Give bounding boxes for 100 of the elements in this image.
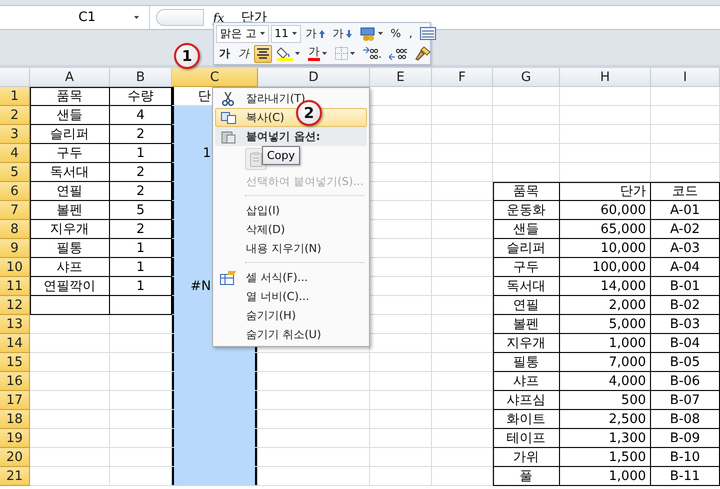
menu-item[interactable]: 내용 지우기(N) (215, 239, 367, 258)
menu-heading: 붙여넣기 옵션: (245, 130, 320, 143)
table-cell: 가위 (493, 448, 560, 467)
grow-button[interactable]: 가 (302, 24, 328, 42)
font-color-button[interactable]: 가 (305, 44, 330, 62)
table-cell: 1,000 (560, 467, 651, 486)
table-cell: 슬리퍼 (30, 125, 110, 144)
row-header[interactable]: 21 (0, 467, 30, 486)
money-icon (360, 26, 376, 40)
caret-icon (295, 52, 300, 55)
table-cell: 구두 (30, 144, 110, 163)
table-cell: B-08 (651, 410, 720, 429)
table-cell: 연필 (30, 182, 110, 201)
font-name-field[interactable]: 맑은 고 (216, 24, 268, 42)
table-cell: 품목 (30, 87, 110, 106)
format-cells-icon (220, 270, 236, 284)
shrink-button[interactable]: 가 (330, 24, 354, 42)
table-cell: 4,000 (560, 372, 651, 391)
table-cell: 샤프 (493, 372, 560, 391)
row-header[interactable]: 16 (0, 372, 30, 391)
column-header[interactable]: B (110, 68, 172, 87)
table-cell: B-07 (651, 391, 720, 410)
font-size-field[interactable]: 11 (270, 24, 300, 42)
table-cell: B-05 (651, 353, 720, 372)
row-header[interactable]: 13 (0, 315, 30, 334)
italic-button[interactable]: 가 (235, 44, 252, 62)
table-cell: B-01 (651, 277, 720, 296)
menu-item[interactable]: 삽입(I) (215, 201, 367, 220)
table-cell: A-03 (651, 239, 720, 258)
table-cell: B-02 (651, 296, 720, 315)
row-header[interactable]: 9 (0, 239, 30, 258)
table-cell: A-01 (651, 201, 720, 220)
row-header[interactable]: 4 (0, 144, 30, 163)
tooltip: Copy (262, 146, 300, 165)
down-arrow-icon (346, 30, 352, 38)
table-cell: 2,500 (560, 410, 651, 429)
table-cell: 볼펜 (493, 315, 560, 334)
table-cell: B-09 (651, 429, 720, 448)
row-header[interactable]: 7 (0, 201, 30, 220)
table-cell: B-04 (651, 334, 720, 353)
copy-icon (220, 112, 236, 124)
scissors-icon (222, 92, 234, 106)
column-header[interactable]: I (651, 68, 720, 87)
menu-item[interactable]: 숨기기 취소(U) (215, 325, 367, 344)
column-header[interactable]: E (370, 68, 432, 87)
table-cell: 코드 (651, 182, 720, 201)
row-header[interactable]: 6 (0, 182, 30, 201)
center-align-icon (257, 48, 269, 59)
row-header[interactable]: 3 (0, 125, 30, 144)
column-header[interactable]: G (493, 68, 560, 87)
table-cell: 연필깍이 (30, 277, 110, 296)
row-header[interactable]: 8 (0, 220, 30, 239)
table-cell: 65,000 (560, 220, 651, 239)
table-cell: 1,300 (560, 429, 651, 448)
row-header[interactable]: 1 (0, 87, 30, 106)
center-button[interactable] (254, 44, 272, 62)
table-cell: 지우개 (30, 220, 110, 239)
row-header[interactable]: 18 (0, 410, 30, 429)
comma-button[interactable]: , (406, 24, 416, 42)
column-header[interactable]: A (30, 68, 110, 87)
row-header[interactable]: 20 (0, 448, 30, 467)
table-cell: 1,000 (560, 334, 651, 353)
row-header[interactable]: 12 (0, 296, 30, 315)
table-cell: 슬리퍼 (493, 239, 560, 258)
table-cell: 필통 (30, 239, 110, 258)
table-cell: B-03 (651, 315, 720, 334)
table-cell: B-10 (651, 448, 720, 467)
percent-button[interactable]: % (388, 24, 404, 42)
table-cell: 샌들 (30, 106, 110, 125)
table-cell: 필통 (493, 353, 560, 372)
column-header[interactable]: H (560, 68, 651, 87)
table-cell: 500 (560, 391, 651, 410)
row-header[interactable]: 10 (0, 258, 30, 277)
fill-button[interactable] (274, 44, 303, 62)
column-header[interactable]: F (432, 68, 493, 87)
menu-item[interactable]: 숨기기(H) (215, 306, 367, 325)
table-cell: 지우개 (493, 334, 560, 353)
up-arrow-icon (318, 30, 324, 38)
caret-icon (322, 52, 327, 55)
row-header[interactable]: 2 (0, 106, 30, 125)
table-cell: 독서대 (493, 277, 560, 296)
row-header[interactable]: 15 (0, 353, 30, 372)
resize-handle[interactable] (156, 9, 204, 26)
table-cell: 2,000 (560, 296, 651, 315)
row-header[interactable]: 19 (0, 429, 30, 448)
menu-item[interactable]: 삭제(D) (215, 220, 367, 239)
borders-icon (335, 47, 348, 60)
row-header[interactable]: 14 (0, 334, 30, 353)
name-box[interactable]: C1 (0, 6, 150, 29)
table-cell: 100,000 (560, 258, 651, 277)
row-header[interactable]: 5 (0, 163, 30, 182)
row-header[interactable]: 17 (0, 391, 30, 410)
paint-bucket-icon (277, 46, 293, 61)
column-header[interactable]: C (172, 68, 258, 87)
column-header[interactable]: D (258, 68, 370, 87)
table-cell: 10,000 (560, 239, 651, 258)
table-cell: 샤프심 (493, 391, 560, 410)
row-header[interactable]: 11 (0, 277, 30, 296)
table-cell: 샌들 (493, 220, 560, 239)
bold-button[interactable]: 가 (216, 44, 233, 62)
